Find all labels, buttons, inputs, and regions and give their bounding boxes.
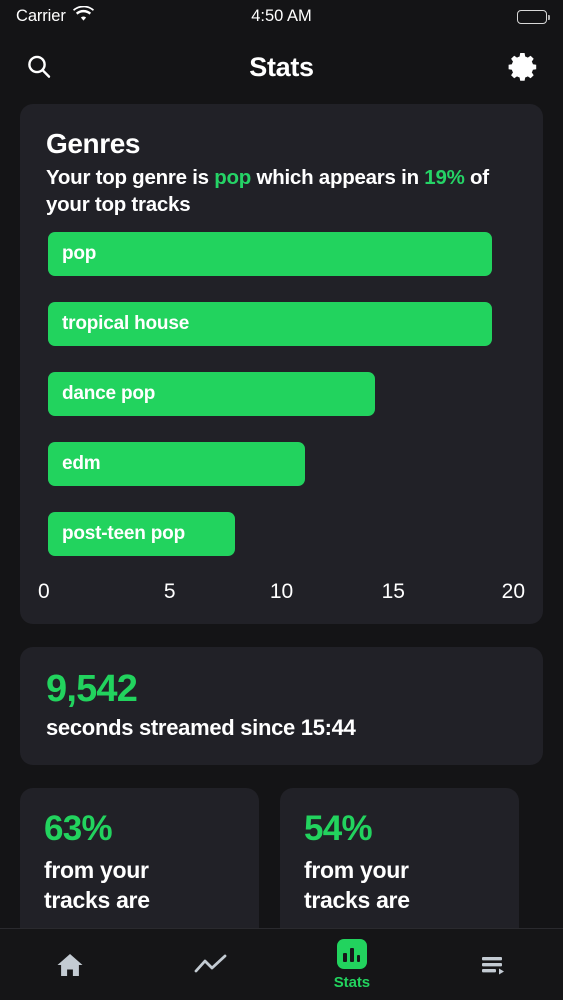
summary-text-2: which appears in — [251, 166, 425, 189]
chart-bar-row: edm — [48, 442, 515, 512]
summary-percent: 19% — [424, 166, 465, 189]
seconds-streamed-card: 9,542 seconds streamed since 15:44 — [20, 647, 543, 766]
tab-trends[interactable] — [141, 929, 282, 1000]
bar-pop[interactable]: pop — [48, 232, 492, 277]
tab-label-stats: Stats — [333, 974, 370, 991]
tab-stats[interactable]: Stats — [282, 929, 423, 1000]
bar-tropical-house[interactable]: tropical house — [48, 302, 492, 347]
chart-x-axis: 0 5 10 15 20 — [20, 576, 543, 624]
chart-bar-row: post-teen pop — [48, 512, 515, 582]
tab-home[interactable] — [0, 929, 141, 1000]
percent-card-1: 63% from your tracks are — [20, 788, 259, 928]
stats-badge — [336, 939, 367, 969]
percent-value: 54% — [304, 809, 373, 849]
genres-card-header: Genres Your top genre is pop which appea… — [20, 128, 543, 218]
scroll-content[interactable]: Genres Your top genre is pop which appea… — [0, 101, 563, 928]
tab-bar: Stats — [0, 928, 563, 1000]
bar-label: pop — [62, 243, 97, 265]
carrier-label: Carrier — [16, 7, 66, 25]
status-bar-right — [517, 9, 550, 24]
axis-tick: 0 — [38, 580, 50, 604]
percent-cards-row[interactable]: 63% from your tracks are 54% from your tra… — [20, 788, 543, 928]
bar-label: edm — [62, 453, 101, 475]
status-bar: Carrier 4:50 AM — [0, 0, 563, 33]
seconds-value: 9,542 — [46, 668, 138, 711]
bar-label: dance pop — [62, 383, 156, 405]
tab-queue[interactable] — [422, 929, 563, 1000]
axis-tick: 5 — [163, 580, 176, 604]
percent-card-2: 54% from your tracks are — [280, 788, 519, 928]
status-bar-left: Carrier — [16, 5, 94, 27]
genres-card: Genres Your top genre is pop which appea… — [20, 104, 543, 625]
chart-bar-row: pop — [48, 232, 515, 302]
genres-title: Genres — [46, 128, 141, 159]
chart-bar-row: tropical house — [48, 302, 515, 372]
genres-bar-chart: pop tropical house dance pop edm post-te… — [20, 218, 543, 582]
wifi-icon — [72, 5, 94, 27]
summary-text-1: Your top genre is — [46, 166, 215, 189]
axis-tick: 10 — [269, 580, 294, 604]
percent-caption: from your tracks are — [44, 856, 150, 914]
bar-label: post-teen pop — [62, 523, 185, 545]
trending-line-icon — [194, 949, 228, 981]
bar-post-teen-pop[interactable]: post-teen pop — [48, 512, 235, 557]
summary-top-genre: pop — [214, 166, 252, 189]
nav-bar: Stats — [0, 33, 563, 101]
percent-caption: from your tracks are — [304, 856, 410, 914]
search-icon[interactable] — [22, 50, 56, 84]
battery-full-icon — [517, 9, 550, 24]
axis-tick: 15 — [381, 580, 405, 604]
chart-bar-row: dance pop — [48, 372, 515, 442]
app-root: Carrier 4:50 AM Stats Genres Your top ge… — [0, 0, 563, 1000]
bar-edm[interactable]: edm — [48, 442, 305, 487]
genres-summary: Your top genre is pop which appears in 1… — [46, 164, 517, 218]
page-title: Stats — [249, 51, 314, 82]
queue-playlist-icon — [477, 949, 509, 981]
home-icon — [55, 949, 85, 981]
bar-dance-pop[interactable]: dance pop — [48, 372, 375, 417]
bar-label: tropical house — [62, 313, 190, 335]
percent-value: 63% — [44, 809, 113, 849]
gear-icon[interactable] — [507, 50, 541, 84]
seconds-caption: seconds streamed since 15:44 — [46, 715, 356, 741]
axis-tick: 20 — [501, 580, 525, 604]
bar-chart-icon — [336, 938, 367, 970]
